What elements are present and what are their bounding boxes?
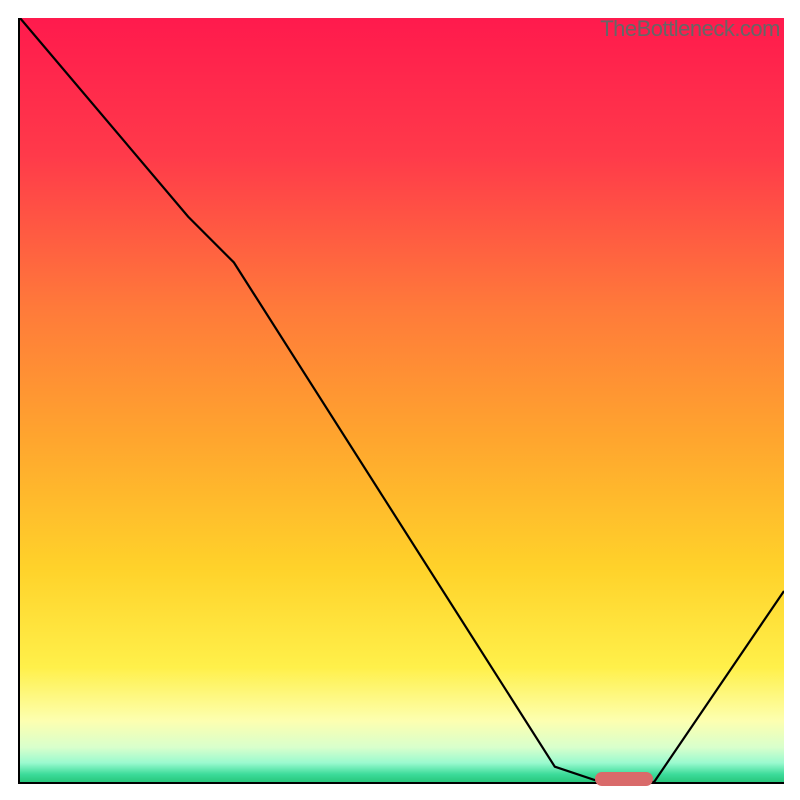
optimal-marker [595,772,653,786]
bottleneck-curve [20,18,784,782]
chart-plot-area: TheBottleneck.com [18,18,784,784]
watermark-text: TheBottleneck.com [600,16,780,42]
